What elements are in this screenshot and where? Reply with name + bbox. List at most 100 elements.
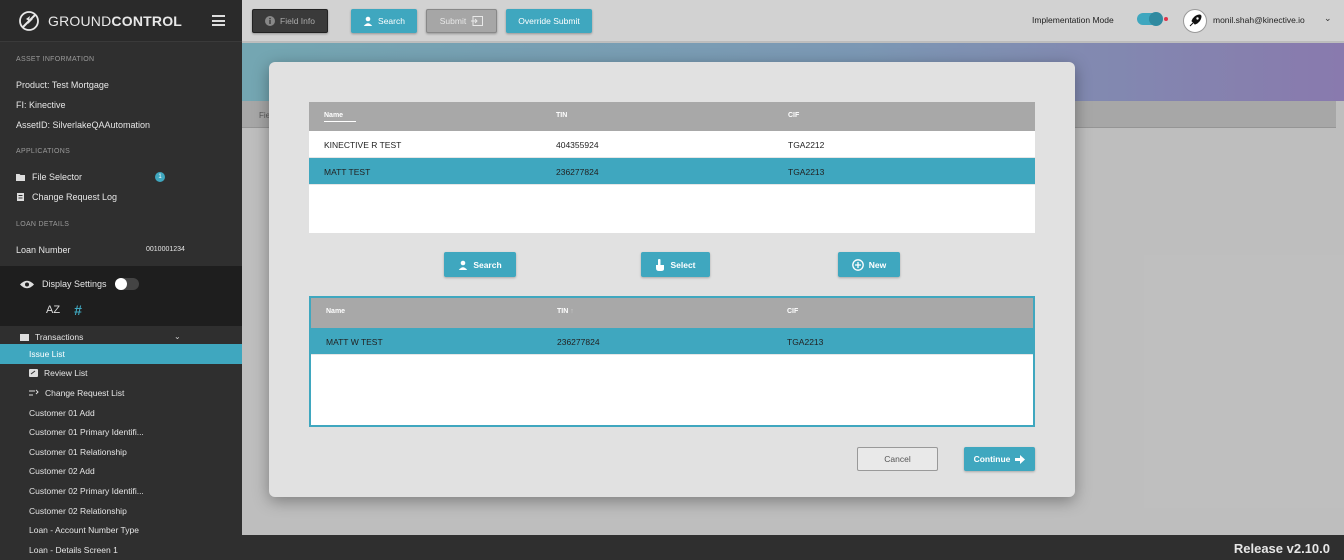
menu-icon[interactable] [212, 15, 225, 26]
table-header: Name TIN ↑ CIF [311, 298, 1033, 328]
search-label: Search [473, 259, 502, 270]
compare-icon [29, 389, 39, 396]
search-button[interactable]: Search [444, 252, 516, 277]
rocket-icon [1189, 14, 1202, 27]
nav-item-loan-account-number-type[interactable]: Loan - Account Number Type [0, 520, 242, 540]
sort-underline [324, 121, 356, 122]
submit-button[interactable]: Submit [426, 9, 497, 33]
brand-name: GROUNDCONTROL [48, 12, 183, 29]
add-circle-icon [851, 258, 864, 271]
logo-icon [19, 10, 39, 31]
change-request-log-link[interactable]: Change Request Log [16, 192, 117, 202]
cell-tin: 236277824 [557, 337, 600, 347]
select-label: Select [670, 259, 696, 270]
cell-cif: TGA2212 [788, 140, 825, 150]
top-search-label: Search [378, 16, 405, 26]
cell-name: KINECTIVE R TEST [324, 140, 402, 150]
nav-item-customer-01-primary-id[interactable]: Customer 01 Primary Identifi... [0, 422, 242, 442]
cell-name: MATT TEST [324, 167, 371, 177]
new-button[interactable]: New [838, 252, 900, 277]
top-search-button[interactable]: Search [351, 9, 417, 33]
table-row-selected[interactable]: MATT TEST 236277824 TGA2213 [309, 158, 1035, 185]
table-header: Name TIN CIF [309, 102, 1035, 131]
transactions-label: Transactions [35, 332, 84, 342]
document-icon [17, 193, 24, 201]
loan-number-label: Loan Number [16, 245, 71, 255]
column-header-cif[interactable]: CIF [787, 308, 798, 315]
footer: Release v2.10.0 [242, 535, 1344, 560]
eye-icon [20, 280, 34, 288]
display-settings-panel: Display Settings AZ # [0, 266, 242, 326]
release-version: Release v2.10.0 [1233, 541, 1330, 556]
loan-number-value: 0010001234 [146, 246, 185, 253]
nav-item-customer-02-add[interactable]: Customer 02 Add [0, 462, 242, 482]
table-row[interactable]: KINECTIVE R TEST 404355924 TGA2212 [309, 131, 1035, 158]
nav-item-review-list[interactable]: Review List [0, 364, 242, 384]
person-icon [459, 260, 468, 270]
column-header-tin[interactable]: TIN [556, 112, 567, 119]
product-info: Product: Test Mortgage [16, 80, 109, 90]
brand: GROUNDCONTROL [0, 0, 242, 42]
implementation-mode-label: Implementation Mode [1032, 15, 1114, 25]
cell-cif: TGA2213 [787, 337, 824, 347]
nav-item-customer-01-add[interactable]: Customer 01 Add [0, 403, 242, 423]
fi-info: FI: Kinective [16, 100, 66, 110]
nav-item-issue-list[interactable]: Issue List [0, 344, 242, 364]
chevron-down-icon: ⌄ [174, 332, 181, 341]
sort-alpha-icon[interactable]: AZ [46, 304, 60, 316]
nav-item-customer-02-relationship[interactable]: Customer 02 Relationship [0, 501, 242, 521]
display-settings-toggle[interactable] [114, 278, 139, 290]
nav-item-loan-details-screen-1[interactable]: Loan - Details Screen 1 [0, 540, 242, 560]
column-header-name[interactable]: Name [324, 112, 343, 119]
transactions-header[interactable]: Transactions ⌄ [0, 330, 242, 344]
new-label: New [868, 259, 887, 270]
chevron-down-icon[interactable]: ⌄ [1324, 13, 1332, 24]
display-settings-row: Display Settings [20, 278, 139, 290]
cell-name: MATT W TEST [326, 337, 383, 347]
avatar[interactable] [1183, 9, 1207, 33]
continue-label: Continue [973, 454, 1011, 464]
column-header-cif[interactable]: CIF [788, 112, 799, 119]
review-icon [29, 369, 38, 378]
cell-tin: 236277824 [556, 167, 599, 177]
nav-item-change-request-list[interactable]: Change Request List [0, 383, 242, 403]
asset-id-info: AssetID: SilverlakeQAAutomation [16, 120, 151, 130]
cell-cif: TGA2213 [788, 167, 825, 177]
selected-customers-table: Name TIN ↑ CIF MATT W TEST 236277824 TGA… [309, 296, 1035, 427]
implementation-mode-toggle[interactable] [1137, 12, 1168, 26]
asset-info-title: ASSET INFORMATION [16, 56, 95, 63]
customer-search-modal: Name TIN CIF KINECTIVE R TEST 404355924 … [269, 62, 1075, 497]
column-header-tin[interactable]: TIN ↑ [557, 308, 574, 315]
file-selector-badge: 1 [155, 172, 165, 182]
display-settings-label: Display Settings [42, 279, 107, 289]
change-request-log-label: Change Request Log [32, 192, 118, 202]
submit-label: Submit [439, 16, 467, 26]
sort-numeric-icon[interactable]: # [74, 302, 82, 318]
arrow-up-icon: ↑ [570, 308, 574, 315]
info-icon [265, 16, 276, 26]
search-results-table: Name TIN CIF KINECTIVE R TEST 404355924 … [309, 102, 1035, 233]
person-icon [363, 16, 373, 26]
nav-item-customer-02-primary-id[interactable]: Customer 02 Primary Identifi... [0, 481, 242, 501]
column-header-name[interactable]: Name [326, 308, 345, 315]
pointer-icon [656, 258, 665, 271]
user-email[interactable]: monil.shah@kinective.io [1213, 15, 1305, 25]
login-icon [471, 16, 484, 26]
applications-title: APPLICATIONS [16, 148, 71, 155]
field-info-button[interactable]: Field Info [252, 9, 328, 33]
nav-item-customer-01-relationship[interactable]: Customer 01 Relationship [0, 442, 242, 462]
top-bar: Field Info Search Submit Override Submit… [242, 0, 1344, 42]
field-info-label: Field Info [280, 16, 315, 26]
select-button[interactable]: Select [641, 252, 710, 277]
folder-icon [16, 174, 25, 181]
loan-details-title: LOAN DETAILS [16, 221, 70, 228]
cancel-button[interactable]: Cancel [857, 447, 938, 471]
override-submit-button[interactable]: Override Submit [506, 9, 592, 33]
file-selector-label: File Selector [32, 172, 83, 182]
transactions-nav: Transactions ⌄ Issue List Review List Ch… [0, 330, 242, 560]
continue-button[interactable]: Continue [964, 447, 1035, 471]
file-selector-link[interactable]: File Selector [16, 172, 82, 182]
cell-tin: 404355924 [556, 140, 599, 150]
override-submit-label: Override Submit [518, 16, 580, 26]
table-row-selected[interactable]: MATT W TEST 236277824 TGA2213 [311, 328, 1033, 355]
